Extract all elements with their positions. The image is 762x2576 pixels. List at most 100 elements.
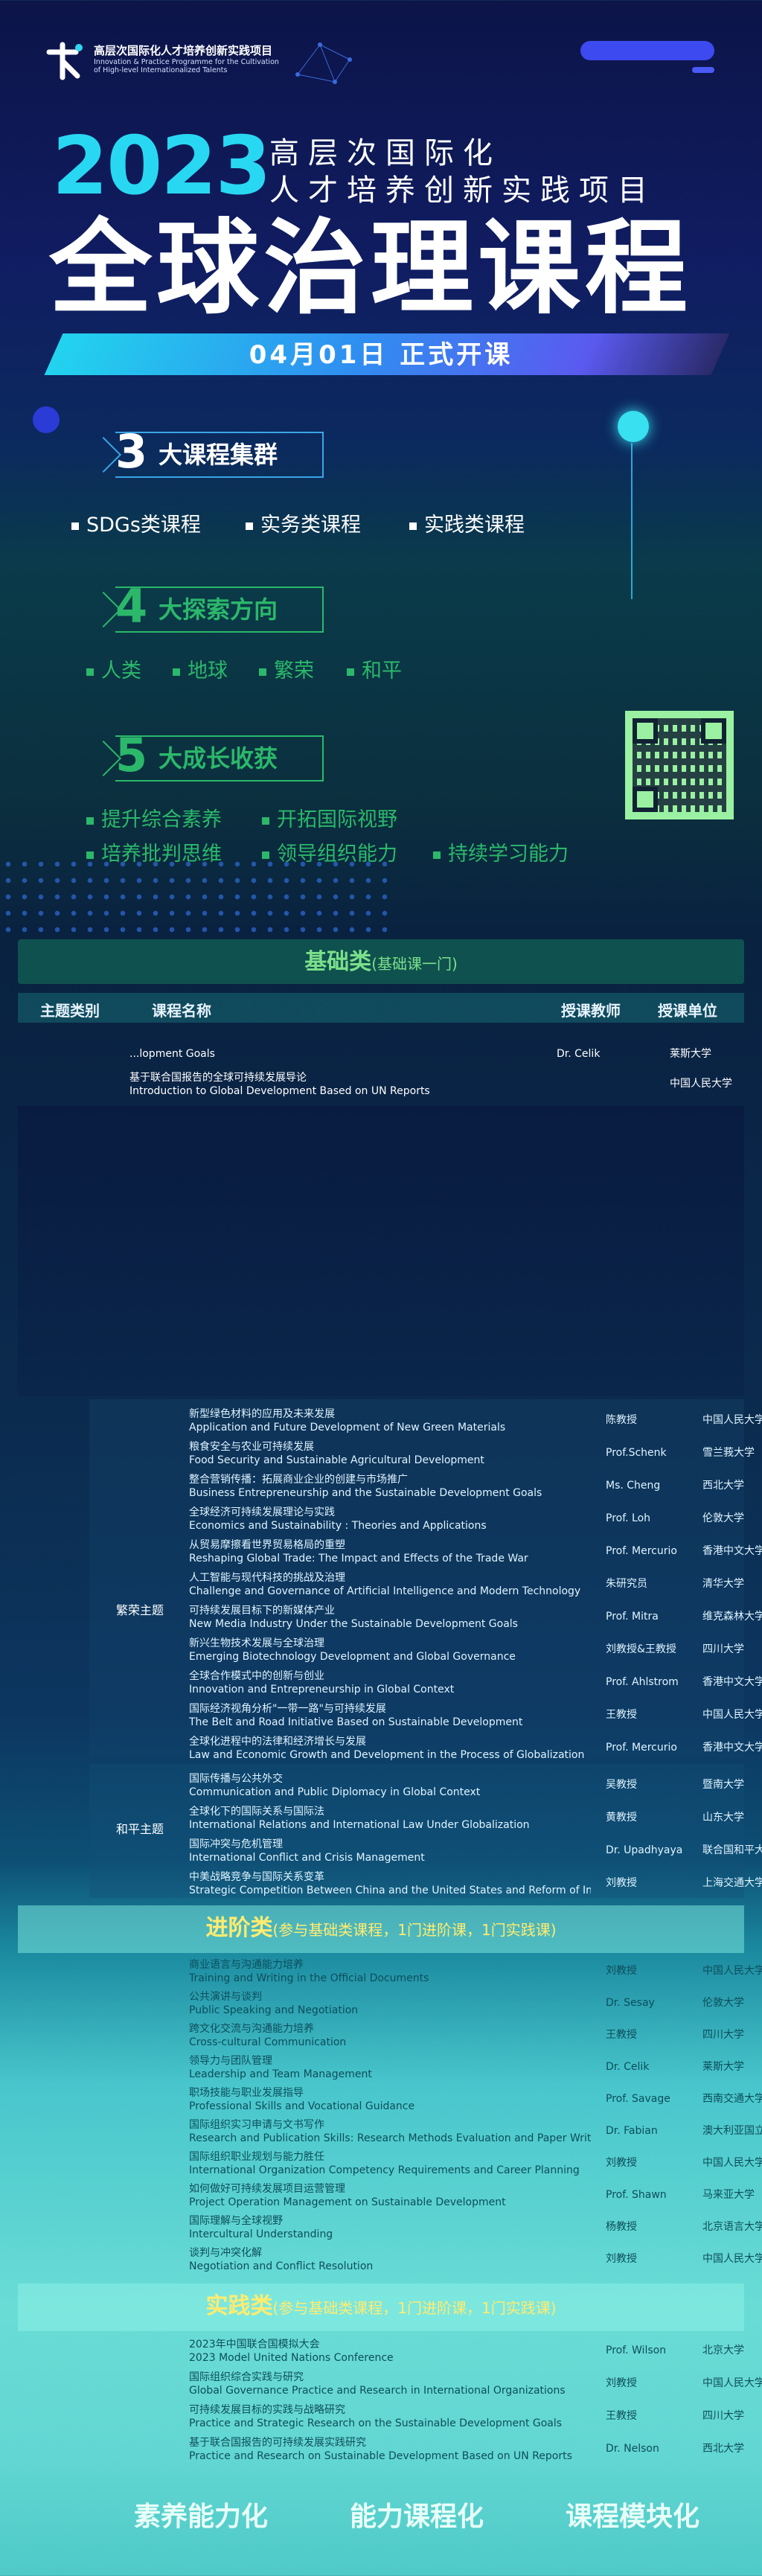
cluster-item: SDGs类课程 <box>71 515 201 535</box>
practice-note: (参与基础类课程，1门进阶课，1门实践课) <box>272 2299 557 2317</box>
teacher: Prof. Savage <box>606 2093 670 2105</box>
school: 中国人民大学 <box>702 2253 762 2265</box>
teacher: 王教授 <box>606 2029 637 2041</box>
subtitle-line-2: 人才培养创新实践项目 <box>269 173 656 208</box>
school: 中国人民大学 <box>670 1078 732 1090</box>
course-en: Leadership and Team Management <box>189 2068 372 2080</box>
school: 马来亚大学 <box>702 2189 755 2201</box>
table-row: 如何做好可持续发展项目运营管理 Project Operation Managem… <box>18 2182 755 2214</box>
course-en: Business Entrepreneurship and the Sustai… <box>189 1487 542 1499</box>
table-row: 国际组织职业规划与能力胜任 International Organization … <box>18 2150 762 2182</box>
school: 中国人民大学 <box>702 2157 762 2169</box>
teacher: 刘教授 <box>606 2377 637 2389</box>
teacher: Dr. Sesay <box>606 1997 655 2009</box>
course-en: Emerging Biotechnology Development and G… <box>189 1651 516 1663</box>
table-row: 中美战略竞争与国际关系变革 Strategic Competition Betwe… <box>18 1870 762 1902</box>
slogan-row: 素养能力化 能力课程化 课程模块化 <box>0 2495 762 2532</box>
course-cn: 2023年中国联合国模拟大会 <box>189 2339 320 2350</box>
course-en: Law and Economic Growth and Development … <box>189 1749 585 1761</box>
table-row: 从贸易摩擦看世界贸易格局的重塑 Reshaping Global Trade: T… <box>18 1538 762 1570</box>
course-cn: 从贸易摩擦看世界贸易格局的重塑 <box>189 1539 345 1551</box>
advanced-panel-header: 进阶类(参与基础类课程，1门进阶课，1门实践课) <box>18 1905 744 1953</box>
growth-item: 提升综合素养 <box>86 810 222 830</box>
school: 中国人民大学 <box>702 1965 762 1977</box>
course-en: ...lopment Goals <box>129 1048 215 1060</box>
table-row: 商业语言与沟通能力培养 Training and Writing in the O… <box>18 1957 762 1989</box>
teacher: Dr. Celik <box>557 1048 601 1060</box>
qr-code[interactable] <box>625 711 734 819</box>
teacher: 黄教授 <box>606 1812 637 1824</box>
teacher: 朱研究员 <box>606 1578 647 1590</box>
table-row: 国际经济视角分析"一带一路"与可持续发展 The Belt and Road In… <box>18 1701 762 1734</box>
course-en: International Relations and Internationa… <box>189 1819 530 1831</box>
table-row: 国际传播与公共外交 Communication and Public Diplom… <box>18 1771 744 1804</box>
school: 伦敦大学 <box>702 1512 744 1524</box>
cluster-list: SDGs类课程 实务类课程 实践类课程 <box>0 515 762 537</box>
course-cn: 如何做好可持续发展项目运营管理 <box>189 2183 345 2195</box>
table-row: ...lopment Goals Dr. Celik 莱斯大学 <box>18 1042 744 1072</box>
direction-item: 地球 <box>173 661 228 681</box>
school: 莱斯大学 <box>702 2061 744 2073</box>
course-en: Project Operation Management on Sustaina… <box>189 2196 506 2208</box>
course-cn: 公共演讲与谈判 <box>189 1991 262 2003</box>
logo-icon <box>46 42 83 80</box>
advanced-note: (参与基础类课程，1门进阶课，1门实践课) <box>272 1921 557 1939</box>
practice-panel-header: 实践类(参与基础类课程，1门进阶课，1门实践课) <box>18 2283 744 2331</box>
table-row: 国际冲突与危机管理 International Conflict and Cris… <box>18 1837 762 1870</box>
course-en: Practice and Strategic Research on the S… <box>189 2417 563 2429</box>
basic-note: (基础课一门) <box>371 955 458 973</box>
course-cn: 基于联合国报告的可持续发展实践研究 <box>189 2437 366 2449</box>
course-en: Public Speaking and Negotiation <box>189 2004 359 2016</box>
teacher: 刘教授 <box>606 1965 637 1977</box>
page-title: 全球治理课程 <box>49 208 693 328</box>
course-cn: 全球经济可持续发展理论与实践 <box>189 1506 335 1518</box>
table-row: 人工智能与现代科技的挑战及治理 Challenge and Governance … <box>18 1570 744 1603</box>
teacher: 杨教授 <box>606 2221 637 2233</box>
course-cn: 新型绿色材料的应用及未来发展 <box>189 1408 335 1420</box>
logo-subtitle: Innovation & Practice Programme for the … <box>94 58 279 74</box>
course-cn: 人工智能与现代科技的挑战及治理 <box>189 1572 345 1584</box>
school: 西北大学 <box>702 2443 744 2455</box>
table-header: 主题类别 课程名称 授课教师 授课单位 <box>18 993 744 1023</box>
course-cn: 国际组织实习申请与文书写作 <box>189 2119 324 2131</box>
course-cn: 国际组织职业规划与能力胜任 <box>189 2151 324 2163</box>
school: 四川大学 <box>702 1643 744 1655</box>
teacher: 王教授 <box>606 2410 637 2422</box>
growth-number: 5 <box>115 728 148 782</box>
teacher: 刘教授 <box>606 2157 637 2169</box>
teacher: 刘教授&王教授 <box>606 1643 676 1655</box>
table-row: 新型绿色材料的应用及未来发展 Application and Future Dev… <box>18 1407 762 1439</box>
course-cn: 全球化下的国际关系与国际法 <box>189 1806 324 1818</box>
course-en: International Organization Competency Re… <box>189 2164 580 2176</box>
direction-label: 大探索方向 <box>159 595 278 624</box>
decor-pill-small <box>692 67 714 73</box>
table-body-obscured <box>18 1106 744 1396</box>
subtitle-line-1: 高层次国际化 <box>269 136 502 170</box>
school: 中国人民大学 <box>702 1709 762 1721</box>
course-cn: 国际组织综合实践与研究 <box>189 2371 304 2383</box>
slogan: 素养能力化 <box>134 2502 269 2532</box>
school: 香港中文大学 <box>702 1545 762 1557</box>
year-heading: 2023 <box>52 120 272 213</box>
teacher: Dr. Celik <box>606 2061 650 2073</box>
school: 北京大学 <box>702 2345 744 2356</box>
network-decor-icon <box>295 42 352 84</box>
direction-item: 和平 <box>347 661 402 681</box>
teacher: Dr. Nelson <box>606 2443 659 2455</box>
school: 莱斯大学 <box>670 1048 711 1060</box>
course-cn: 商业语言与沟通能力培养 <box>189 1959 304 1971</box>
course-cn: 国际理解与全球视野 <box>189 2215 283 2227</box>
table-row: 全球化进程中的法律和经济增长与发展 Law and Economic Growth… <box>18 1734 762 1767</box>
course-en: International Conflict and Crisis Manage… <box>189 1852 425 1864</box>
course-cn: 粮食安全与农业可持续发展 <box>189 1441 314 1453</box>
start-date: 04月01日 正式开课 <box>249 340 513 370</box>
teacher: 陈教授 <box>606 1414 637 1426</box>
school: 西北大学 <box>702 1480 744 1492</box>
course-en: New Media Industry Under the Sustainable… <box>189 1618 518 1630</box>
basic-panel-header: 基础类(基础课一门) <box>18 939 744 984</box>
teacher: 刘教授 <box>606 1877 637 1889</box>
course-cn: 国际经济视角分析"一带一路"与可持续发展 <box>189 1703 386 1715</box>
table-row: 国际组织综合实践与研究 Global Governance Practice an… <box>18 2370 762 2403</box>
course-en: Practice and Research on Sustainable Dev… <box>189 2450 572 2462</box>
basic-title: 基础类 <box>304 949 372 975</box>
